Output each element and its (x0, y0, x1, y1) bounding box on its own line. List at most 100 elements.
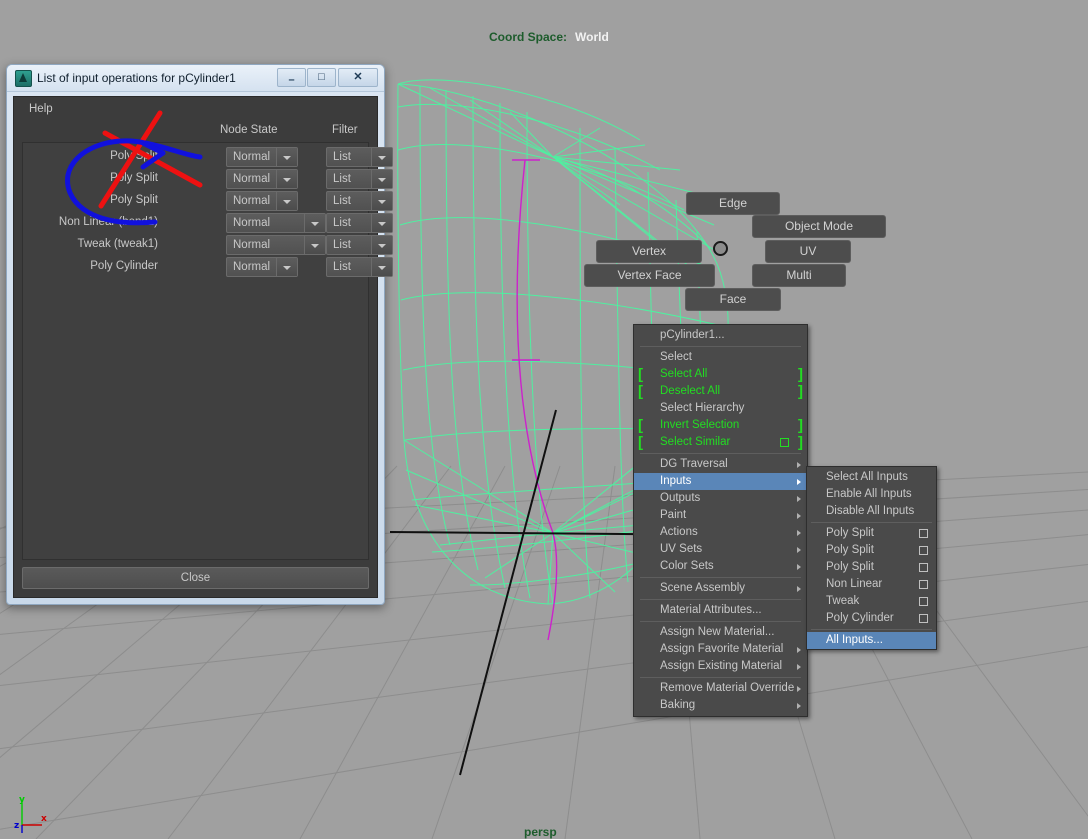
node-state-dropdown[interactable]: Normal (226, 147, 298, 167)
chevron-down-icon[interactable] (276, 258, 297, 276)
table-row[interactable]: Poly Split Normal List (23, 147, 393, 169)
menu-item-uv-sets[interactable]: UV Sets (634, 541, 807, 558)
submenu-item-all-inputs[interactable]: All Inputs... (807, 632, 936, 649)
label-uv[interactable]: UV (765, 240, 851, 263)
option-box-icon[interactable] (780, 438, 789, 447)
chevron-down-icon[interactable] (371, 148, 392, 166)
node-state-value: Normal (233, 173, 271, 185)
menu-item-material-attributes[interactable]: Material Attributes... (634, 602, 807, 619)
submenu-item-disable-all-inputs[interactable]: Disable All Inputs (807, 503, 936, 520)
menu-item-label: DG Traversal (660, 458, 728, 470)
deformer-handle-dot[interactable] (713, 241, 728, 256)
checkbox-icon[interactable] (919, 597, 928, 606)
table-row[interactable]: Poly Cylinder Normal List (23, 257, 393, 279)
chevron-down-icon[interactable] (304, 214, 325, 232)
menu-item-scene-assembly[interactable]: Scene Assembly (634, 580, 807, 597)
menu-item-remove-material-override[interactable]: Remove Material Override (634, 680, 807, 697)
menu-item-select-all[interactable]: [Select All] (634, 366, 807, 383)
node-state-value: Normal (233, 217, 271, 229)
menu-item-assign-existing-material[interactable]: Assign Existing Material (634, 658, 807, 675)
chevron-down-icon[interactable] (276, 148, 297, 166)
submenu-separator (811, 629, 932, 630)
menu-item-pcylinder1[interactable]: pCylinder1... (634, 327, 807, 344)
inputs-submenu[interactable]: Select All Inputs Enable All Inputs Disa… (806, 466, 937, 650)
close-window-button[interactable]: ✕ (338, 68, 378, 87)
menu-item-paint[interactable]: Paint (634, 507, 807, 524)
menu-item-inputs[interactable]: Inputs (634, 473, 807, 490)
input-operations-dialog[interactable]: List of input operations for pCylinder1 … (6, 64, 393, 605)
menu-item-label: Remove Material Override (660, 682, 795, 694)
submenu-item-label: Enable All Inputs (826, 488, 912, 500)
menu-help[interactable]: Help (24, 101, 58, 117)
menu-item-assign-favorite-material[interactable]: Assign Favorite Material (634, 641, 807, 658)
menu-item-outputs[interactable]: Outputs (634, 490, 807, 507)
node-state-dropdown[interactable]: Normal (226, 169, 298, 189)
menu-item-baking[interactable]: Baking (634, 697, 807, 714)
table-row[interactable]: Poly Split Normal List (23, 169, 393, 191)
menu-item-select-similar[interactable]: [Select Similar] (634, 434, 807, 451)
submenu-item-poly-split-1[interactable]: Poly Split (807, 525, 936, 542)
chevron-down-icon[interactable] (371, 258, 392, 276)
dialog-titlebar[interactable]: List of input operations for pCylinder1 … (7, 65, 384, 92)
submenu-arrow-icon (797, 664, 801, 670)
label-edge[interactable]: Edge (686, 192, 780, 215)
submenu-arrow-icon (797, 513, 801, 519)
submenu-item-enable-all-inputs[interactable]: Enable All Inputs (807, 486, 936, 503)
table-row[interactable]: Non Linear (bend1) Normal List (23, 213, 393, 235)
checkbox-icon[interactable] (919, 614, 928, 623)
checkbox-icon[interactable] (919, 529, 928, 538)
node-state-dropdown[interactable]: Normal (226, 235, 326, 255)
menu-item-label: Paint (660, 509, 687, 521)
row-label: Poly Split (110, 194, 158, 206)
filter-dropdown[interactable]: List (326, 169, 393, 189)
minimize-button[interactable]: – (277, 68, 306, 87)
node-state-dropdown[interactable]: Normal (226, 213, 326, 233)
submenu-item-select-all-inputs[interactable]: Select All Inputs (807, 469, 936, 486)
table-row[interactable]: Poly Split Normal List (23, 191, 393, 213)
filter-dropdown[interactable]: List (326, 235, 393, 255)
menu-item-color-sets[interactable]: Color Sets (634, 558, 807, 575)
chevron-down-icon[interactable] (371, 192, 392, 210)
chevron-down-icon[interactable] (371, 236, 392, 254)
label-face[interactable]: Face (685, 288, 781, 311)
menu-item-label: Assign New Material... (660, 626, 775, 638)
menu-item-actions[interactable]: Actions (634, 524, 807, 541)
node-state-dropdown[interactable]: Normal (226, 191, 298, 211)
filter-dropdown[interactable]: List (326, 213, 393, 233)
label-object-mode[interactable]: Object Mode (752, 215, 886, 238)
checkbox-icon[interactable] (919, 563, 928, 572)
submenu-item-poly-split-2[interactable]: Poly Split (807, 542, 936, 559)
context-menu[interactable]: pCylinder1... Select [Select All] [Desel… (633, 324, 808, 717)
submenu-arrow-icon (797, 496, 801, 502)
chevron-down-icon[interactable] (304, 236, 325, 254)
chevron-down-icon[interactable] (371, 170, 392, 188)
submenu-item-non-linear[interactable]: Non Linear (807, 576, 936, 593)
table-row[interactable]: Tweak (tweak1) Normal List (23, 235, 393, 257)
menu-item-select-hierarchy[interactable]: Select Hierarchy (634, 400, 807, 417)
node-state-dropdown[interactable]: Normal (226, 257, 298, 277)
label-vertex[interactable]: Vertex (596, 240, 702, 263)
menu-item-dg-traversal[interactable]: DG Traversal (634, 456, 807, 473)
filter-dropdown[interactable]: List (326, 257, 393, 277)
label-vertex-face[interactable]: Vertex Face (584, 264, 715, 287)
menu-item-deselect-all[interactable]: [Deselect All] (634, 383, 807, 400)
filter-dropdown[interactable]: List (326, 191, 393, 211)
menu-item-invert-selection[interactable]: [Invert Selection] (634, 417, 807, 434)
dialog-body: Help Node State Filter Poly Split Normal… (13, 96, 393, 598)
checkbox-icon[interactable] (919, 580, 928, 589)
chevron-down-icon[interactable] (276, 170, 297, 188)
maximize-button[interactable]: □ (307, 68, 336, 87)
close-button[interactable]: Close (22, 567, 369, 589)
submenu-item-poly-cylinder[interactable]: Poly Cylinder (807, 610, 936, 627)
chevron-down-icon[interactable] (371, 214, 392, 232)
row-label: Poly Split (110, 172, 158, 184)
submenu-item-poly-split-3[interactable]: Poly Split (807, 559, 936, 576)
submenu-item-label: Poly Split (826, 527, 874, 539)
label-multi[interactable]: Multi (752, 264, 846, 287)
checkbox-icon[interactable] (919, 546, 928, 555)
filter-dropdown[interactable]: List (326, 147, 393, 167)
menu-item-assign-new-material[interactable]: Assign New Material... (634, 624, 807, 641)
menu-item-select[interactable]: Select (634, 349, 807, 366)
submenu-item-tweak[interactable]: Tweak (807, 593, 936, 610)
chevron-down-icon[interactable] (276, 192, 297, 210)
